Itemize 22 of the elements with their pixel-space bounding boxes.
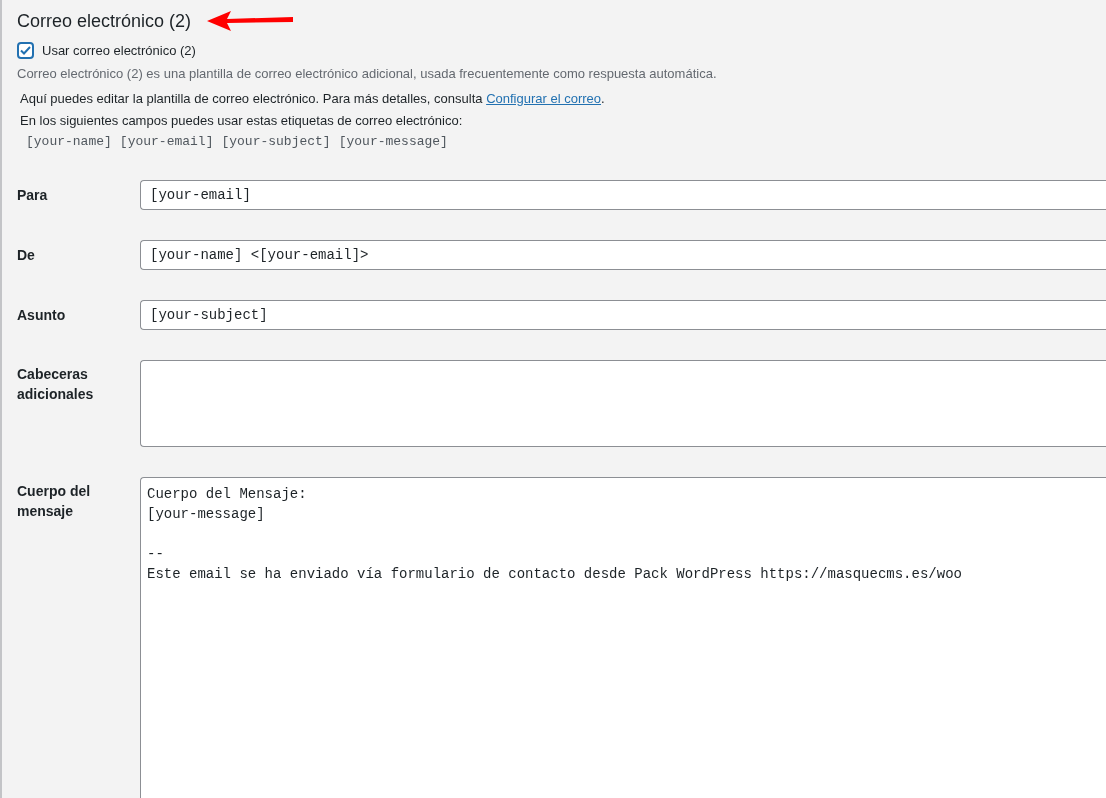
check-icon <box>20 46 31 56</box>
description-text: Correo electrónico (2) es una plantilla de correo electrónico adicional, usada frecuentemente como respuesta automática. <box>17 64 718 83</box>
mail-tag: [your-message] <box>338 132 448 152</box>
field-label: Asunto <box>17 305 67 325</box>
checkbox-label: Usar correo electrónico (2) <box>42 42 196 60</box>
checkbox[interactable] <box>17 42 34 60</box>
mail-tag: [your-email] <box>119 132 214 152</box>
field-label: Cabeceras adicionales <box>17 364 95 404</box>
text-field[interactable]: [your-subject] <box>140 299 1106 330</box>
tags-intro-text: En los siguientes campos puedes usar estas etiquetas de correo electrónico: <box>20 111 464 130</box>
help-text: Aquí puedes editar la plantilla de correo electrónico. Para más detalles, consulta Configurar el correo. <box>20 90 606 108</box>
configure-mail-link[interactable]: Configurar el correo <box>486 91 601 106</box>
field-label: Cuerpo del mensaje <box>17 481 92 521</box>
text-area[interactable] <box>140 359 1106 447</box>
field-label: Para <box>17 185 49 205</box>
field-label: De <box>17 245 36 265</box>
text-field[interactable]: [your-name] <[your-email]> <box>140 239 1106 270</box>
mail-tag: [your-name] <box>26 132 112 152</box>
section-heading: Correo electrónico (2) <box>17 10 192 33</box>
text-field[interactable]: [your-email] <box>140 179 1106 210</box>
mail-tag: [your-subject] <box>221 132 331 152</box>
text-area[interactable]: Cuerpo del Mensaje: [your-message] -- Este email se ha enviado vía formulario de contacto desde Pack WordPress https://masquecms.es/woo <box>140 476 1106 798</box>
